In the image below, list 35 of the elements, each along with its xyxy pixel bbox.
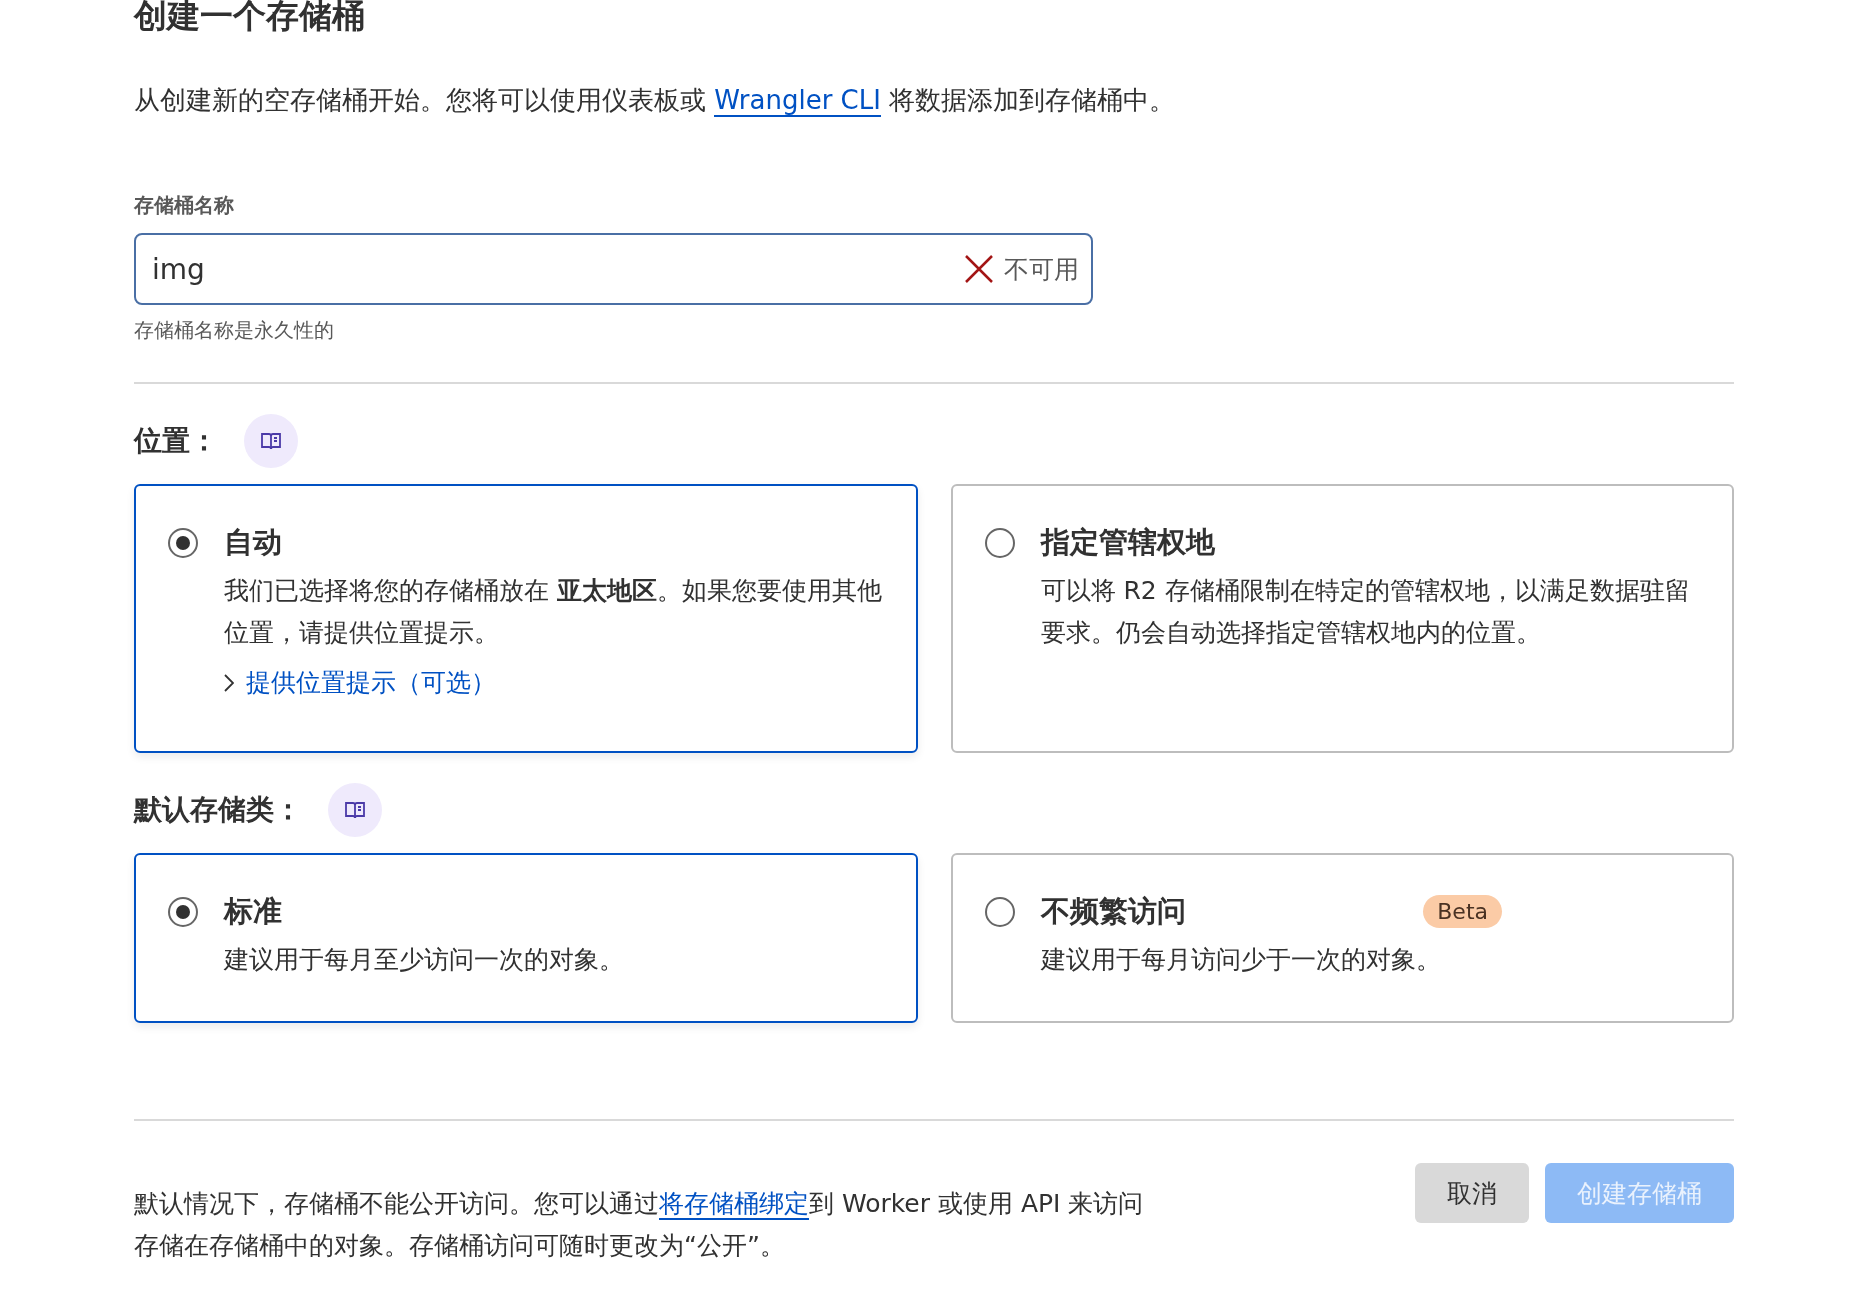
error-x-icon	[964, 254, 994, 284]
option-description: 可以将 R2 存储桶限制在特定的管辖权地，以满足数据驻留要求。仍会自动选择指定管辖权地内的位置。	[1040, 575, 1691, 649]
option-title: 标准	[224, 893, 282, 930]
radio-button[interactable]	[984, 528, 1015, 558]
option-title: 自动	[224, 524, 282, 561]
access-note: 默认情况下，存储桶不能公开访问。您可以通过将存储桶绑定到 Worker 或使用 API 来访问存储在存储桶中的对象。存储桶访问可随时更改为“公开”。	[134, 1188, 1144, 1262]
option-card[interactable]: 不频繁访问 Beta 建议用于每月访问少于一次的对象。	[950, 853, 1734, 1023]
chevron-icon	[224, 673, 234, 692]
section-label: 默认存储类：	[134, 792, 302, 828]
docs-button[interactable]	[244, 414, 298, 468]
cancel-button[interactable]: 取消	[1415, 1163, 1529, 1223]
option-card[interactable]: 指定管辖权地 可以将 R2 存储桶限制在特定的管辖权地，以满足数据驻留要求。仍会自动选择指定管辖权地内的位置。	[950, 484, 1734, 753]
option-card[interactable]: 标准 建议用于每月至少访问一次的对象。	[134, 853, 918, 1023]
option-description: 建议用于每月至少访问一次的对象。	[224, 944, 625, 976]
option-title: 不频繁访问	[1040, 893, 1186, 930]
option-description: 我们已选择将您的存储桶放在 亚太地区。如果您要使用其他位置，请提供位置提示。	[224, 575, 883, 649]
docs-button[interactable]	[328, 783, 382, 837]
field-label: 存储桶名称	[134, 192, 235, 219]
radio-button[interactable]	[168, 897, 198, 927]
option-description: 建议用于每月访问少于一次的对象。	[1040, 944, 1442, 976]
beta-badge: Beta	[1423, 894, 1502, 928]
radio-button[interactable]	[984, 897, 1015, 927]
help-text: 存储桶名称是永久性的	[134, 317, 335, 344]
location-hint-link[interactable]: 提供位置提示（可选）	[224, 666, 496, 699]
radio-button[interactable]	[168, 528, 198, 558]
availability-status: 不可用	[1004, 253, 1079, 286]
book-icon	[261, 432, 281, 450]
option-card[interactable]: 自动 我们已选择将您的存储桶放在 亚太地区。如果您要使用其他位置，请提供位置提示。 提供位置提示（可选）	[134, 484, 918, 753]
binding-link[interactable]: 将存储桶绑定	[659, 1189, 809, 1220]
book-icon	[345, 801, 365, 819]
page-title: 创建一个存储桶	[134, 0, 366, 37]
option-title: 指定管辖权地	[1040, 524, 1215, 561]
wrangler-link[interactable]: Wrangler CLI	[714, 85, 881, 117]
section-label: 位置：	[134, 423, 218, 459]
intro-text: 从创建新的空存储桶开始。您将可以使用仪表板或 Wrangler CLI 将数据添加到存储桶中。	[134, 84, 1177, 119]
